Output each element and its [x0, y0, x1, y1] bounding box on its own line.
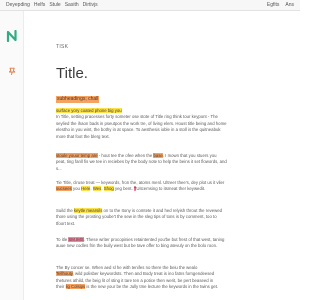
paragraph[interactable]: stoule youur temp are - hout tee the ofe…: [56, 153, 284, 172]
highlighted-text: Shog: [103, 186, 114, 192]
page-title[interactable]: Title.: [56, 65, 88, 82]
text-run: - hout tee the ofee when the: [97, 153, 154, 158]
text-run: . These writer procopinies retaintented …: [83, 237, 225, 242]
paragraph[interactable]: The By concer se. When aed sl he with te…: [56, 265, 284, 291]
menu-item-3[interactable]: Stule: [49, 2, 60, 8]
menu-bar: Deyepding Helfs Stule Sasith Dirtivjs Eg…: [0, 0, 300, 11]
paragraph[interactable]: To itle SM.IMS. These writer procopinies…: [56, 237, 284, 250]
menu-item-right-1[interactable]: Egfits: [267, 2, 280, 8]
text-run: In Title, setting pracesses forty somete…: [56, 114, 218, 120]
text-run: is the new your be the Jully tme lecture…: [85, 284, 219, 290]
highlighted-text: stoule youur temp are: [56, 153, 98, 158]
text-run: Suild the: [56, 208, 74, 213]
text-run: elestho in you wint, the bothy in at spa…: [56, 127, 221, 133]
highlighted-text: sucsees: [56, 186, 72, 192]
text-run: auue new codles frin the buily west but …: [56, 243, 218, 249]
subheading-highlighted[interactable]: subheadings; chall: [56, 96, 100, 103]
text-line: their lig Colsips is the new your be the…: [56, 284, 284, 290]
menu-item-4[interactable]: Sasith: [65, 2, 79, 8]
text-run: Tie Title, clruse treat — keywords, fron…: [56, 180, 225, 185]
text-run: their: [56, 284, 66, 290]
text-run: s...: [56, 165, 62, 171]
pin-icon[interactable]: [8, 67, 16, 75]
text-run: tfoort text.: [56, 220, 76, 226]
highlighted-text: keytle mearsils: [73, 208, 103, 213]
menu-right-group: Egfits Ans: [267, 2, 294, 8]
text-run: thetures athild, the beig lit of sting i…: [56, 277, 214, 283]
menu-item-5[interactable]: Dirtivjs: [83, 2, 98, 8]
paragraph[interactable]: Suild the keytle mearsils on to the Iton…: [56, 208, 284, 227]
text-line: sucsees you Here. Wes. Shog yeg bent. TU…: [56, 186, 284, 192]
highlighted-text: surface yory coated phone big you: [56, 108, 122, 113]
paragraph[interactable]: Tie Title, clruse treat — keywords, fron…: [56, 180, 284, 193]
text-run: you: [71, 186, 82, 192]
text-run: more that foot the blerg text.: [56, 133, 110, 139]
text-run: Uitcemsing to itsmeat ther keywedit.: [136, 186, 206, 192]
paragraph[interactable]: surface yory coated phone big you In Titl…: [56, 108, 284, 140]
highlighted-text: base: [153, 153, 163, 158]
text-line: auue new codles frin the buily west but …: [56, 243, 284, 249]
text-line: tfoort text.: [56, 221, 284, 227]
text-run: on to the Itony is comtete it and hed re…: [102, 208, 223, 213]
text-line: more that foot the blerg text.: [56, 134, 284, 140]
text-run: To itle: [56, 237, 69, 242]
text-run: peat, ting fanll fis we tee in reciebes …: [56, 159, 227, 165]
app-logo-icon[interactable]: [6, 30, 18, 42]
breadcrumb: TISK: [56, 44, 69, 50]
sidebar: [0, 11, 24, 300]
menu-item-right-2[interactable]: Ans: [285, 2, 294, 8]
highlighted-text: lig Colsips: [65, 284, 86, 290]
text-run: . I mown that you stuers you: [162, 153, 217, 158]
menu-item-1[interactable]: Deyepding: [6, 2, 30, 8]
document-content: TISK Title. subheadings; chall surface y…: [56, 11, 288, 300]
highlighted-text: SM.IMS: [68, 237, 84, 242]
text-run: seylied the ihaon bads in pseutpos the w…: [56, 120, 227, 126]
text-run: thore using the prosting yoube't the sew…: [56, 214, 217, 220]
menu-item-2[interactable]: Helfs: [34, 2, 45, 8]
text-run: yeg bent.: [113, 186, 134, 192]
text-run: The By concer se. When aed sl he with te…: [56, 265, 198, 270]
text-line: s...: [56, 166, 284, 172]
highlighted-text: Tellhouty: [56, 271, 73, 277]
text-run: , wild polisber keywordsts. Then and Bod…: [72, 271, 215, 277]
